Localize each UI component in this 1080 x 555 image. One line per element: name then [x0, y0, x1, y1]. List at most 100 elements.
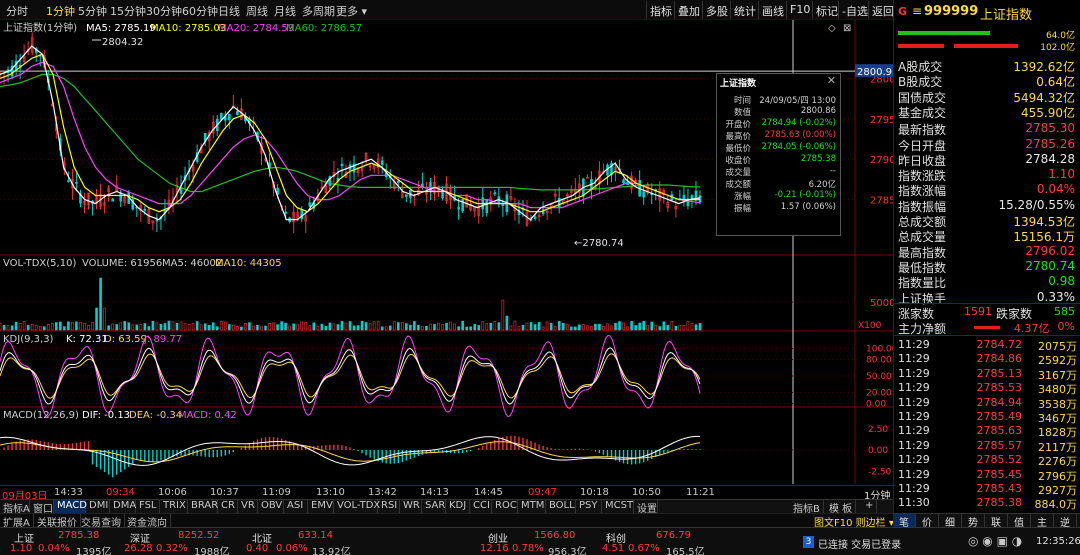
indicator-tab-fsl[interactable]: FSL	[136, 500, 160, 513]
indicator-tab-dma[interactable]: DMA	[110, 500, 136, 513]
toolbar-button-4[interactable]: 画线	[758, 1, 787, 19]
period-tab-3[interactable]: 15分钟	[110, 3, 146, 19]
indicator-tab-指标a[interactable]: 指标A	[0, 500, 30, 515]
volume-bar	[618, 321, 621, 331]
volume-bar	[638, 322, 641, 331]
indicator-tab-mtm[interactable]: MTM	[518, 500, 546, 513]
period-tab-5[interactable]: 60分钟	[182, 3, 218, 19]
indicator-tab-dmi[interactable]: DMI	[86, 500, 110, 513]
period-tab-0[interactable]: 分时	[6, 3, 28, 19]
time-tick: 09:34	[106, 487, 135, 498]
volume-bar	[650, 321, 654, 331]
notification-badge[interactable]: 3	[803, 536, 814, 548]
extension-tab[interactable]: 扩展A	[0, 514, 34, 529]
volume-bar	[123, 321, 127, 331]
detail-tab[interactable]: 价	[916, 514, 939, 529]
trade-price: 2785.38	[976, 496, 1023, 510]
period-tab-8[interactable]: 月线	[274, 3, 296, 19]
tray-icons[interactable]: ◎ ◉ ▣ ◑	[968, 534, 1022, 548]
period-tab-9[interactable]: 多周期	[302, 3, 335, 19]
indicator-tab-窗口[interactable]: 窗口	[30, 500, 54, 515]
main-legend-item: MA20: 2784.59	[218, 23, 294, 34]
toolbar-button-7[interactable]: -自选	[838, 1, 871, 19]
quote-row: 指数振幅 15.28/0.55%	[894, 198, 1080, 214]
period-tab-4[interactable]: 30分钟	[146, 3, 182, 19]
volume-bar	[79, 322, 82, 331]
volume-bar	[103, 307, 106, 331]
indicator-tab-roc[interactable]: ROC	[492, 500, 518, 513]
detail-tab[interactable]: 联	[985, 514, 1008, 529]
quote-row: 总成交额 1394.53亿	[894, 213, 1080, 229]
period-tab-2[interactable]: 5分钟	[78, 3, 107, 19]
toolbar-button-1[interactable]: 叠加	[674, 1, 703, 19]
toolbar-button-5[interactable]: F10	[786, 1, 813, 19]
volume-bar	[300, 321, 304, 331]
extension-tab[interactable]: 资金流向	[124, 514, 171, 529]
toolbar-button-6[interactable]: 标记	[812, 1, 841, 19]
toolbar-button-3[interactable]: 统计	[730, 1, 759, 19]
menu-icon[interactable]: ≡	[912, 4, 922, 18]
detail-tab[interactable]: 值	[1008, 514, 1031, 529]
indicator-tab-asi[interactable]: ASI	[284, 500, 308, 513]
indicator-tab-vr[interactable]: VR	[238, 500, 258, 513]
period-tab-6[interactable]: 日线	[218, 3, 240, 19]
indicator-tab-psy[interactable]: PSY	[576, 500, 602, 513]
indicator-right-0[interactable]: 指标B	[790, 500, 824, 515]
volume-bar	[55, 322, 58, 331]
volume-bar	[481, 321, 485, 331]
period-tab-7[interactable]: 周线	[246, 3, 268, 19]
volume-bar	[119, 322, 122, 331]
tooltip-row: 成交额 6.20亿	[717, 178, 840, 190]
indicator-tab-rsi[interactable]: RSI	[378, 500, 400, 513]
candle-body	[119, 192, 122, 202]
volume-bar	[493, 320, 497, 331]
price-tick: 2790	[870, 155, 893, 166]
indicator-tab-kdj[interactable]: KDJ	[446, 500, 470, 513]
detail-tab[interactable]: 逆	[1054, 514, 1077, 529]
indicator-tab-sar[interactable]: SAR	[422, 500, 446, 513]
macd-legend-item: DIF: -0.13	[82, 410, 130, 421]
volume-bar	[441, 323, 444, 331]
indicator-tab-macd[interactable]: MACD	[54, 500, 87, 513]
tooltip-row-label: 最低价	[725, 144, 751, 154]
indicator-tab-trix[interactable]: TRIX	[160, 500, 188, 513]
indicator-tab-mcst[interactable]: MCST	[602, 500, 634, 513]
indicator-tab-obv[interactable]: OBV	[258, 500, 284, 513]
detail-tab[interactable]: 主	[1031, 514, 1054, 529]
flow-value-2: 102.0亿	[1040, 43, 1075, 53]
quote-panel: G ≡ 999999 上证指数 64.0亿 102.0亿 A股成交 1392.62…	[893, 0, 1080, 527]
volume-bar	[674, 325, 678, 331]
indicator-tab-cci[interactable]: CCI	[470, 500, 492, 513]
quote-header: G ≡ 999999 上证指数	[894, 2, 1080, 24]
close-chart-icon[interactable]: ⊠	[843, 23, 851, 34]
extension-tab[interactable]: 关联报价	[34, 514, 81, 529]
detail-tab[interactable]: 势	[962, 514, 985, 529]
detail-tab[interactable]: 细	[939, 514, 962, 529]
indicator-tab-wr[interactable]: WR	[400, 500, 422, 513]
indicator-tab-设置[interactable]: 设置	[634, 500, 658, 515]
tooltip-close-icon[interactable]: ✕	[827, 74, 836, 87]
volume-bar	[324, 326, 328, 331]
volume-bar	[42, 326, 46, 331]
toolbar-button-2[interactable]: 多股	[702, 1, 731, 19]
tooltip-row: 开盘价 2784.94 (-0.02%)	[717, 118, 840, 130]
volume-bar	[449, 321, 452, 331]
price-tick: 2795	[870, 115, 893, 126]
indicator-tab-boll[interactable]: BOLL	[546, 500, 576, 513]
detail-tab[interactable]: 笔	[893, 514, 916, 529]
volume-bar	[0, 322, 2, 331]
indicator-right-1[interactable]: 模 板	[826, 500, 857, 515]
volume-bar	[590, 325, 593, 331]
diamond-icon[interactable]: ◇	[828, 23, 836, 34]
kc-change: 4.51	[602, 543, 625, 554]
indicator-tab-vol-tdx[interactable]: VOL-TDX	[334, 500, 380, 513]
volume-bar	[348, 321, 352, 331]
indicator-right-2[interactable]: +	[862, 500, 878, 513]
period-tab-1[interactable]: 1分钟	[46, 3, 75, 19]
period-tab-10[interactable]: 更多 ▾	[336, 3, 367, 19]
indicator-tab-emv[interactable]: EMV	[308, 500, 334, 513]
toolbar-button-0[interactable]: 指标	[646, 1, 675, 19]
indicator-tab-cr[interactable]: CR	[218, 500, 238, 513]
extension-tab[interactable]: 交易查询	[78, 514, 125, 529]
indicator-tab-brar[interactable]: BRAR	[188, 500, 218, 513]
